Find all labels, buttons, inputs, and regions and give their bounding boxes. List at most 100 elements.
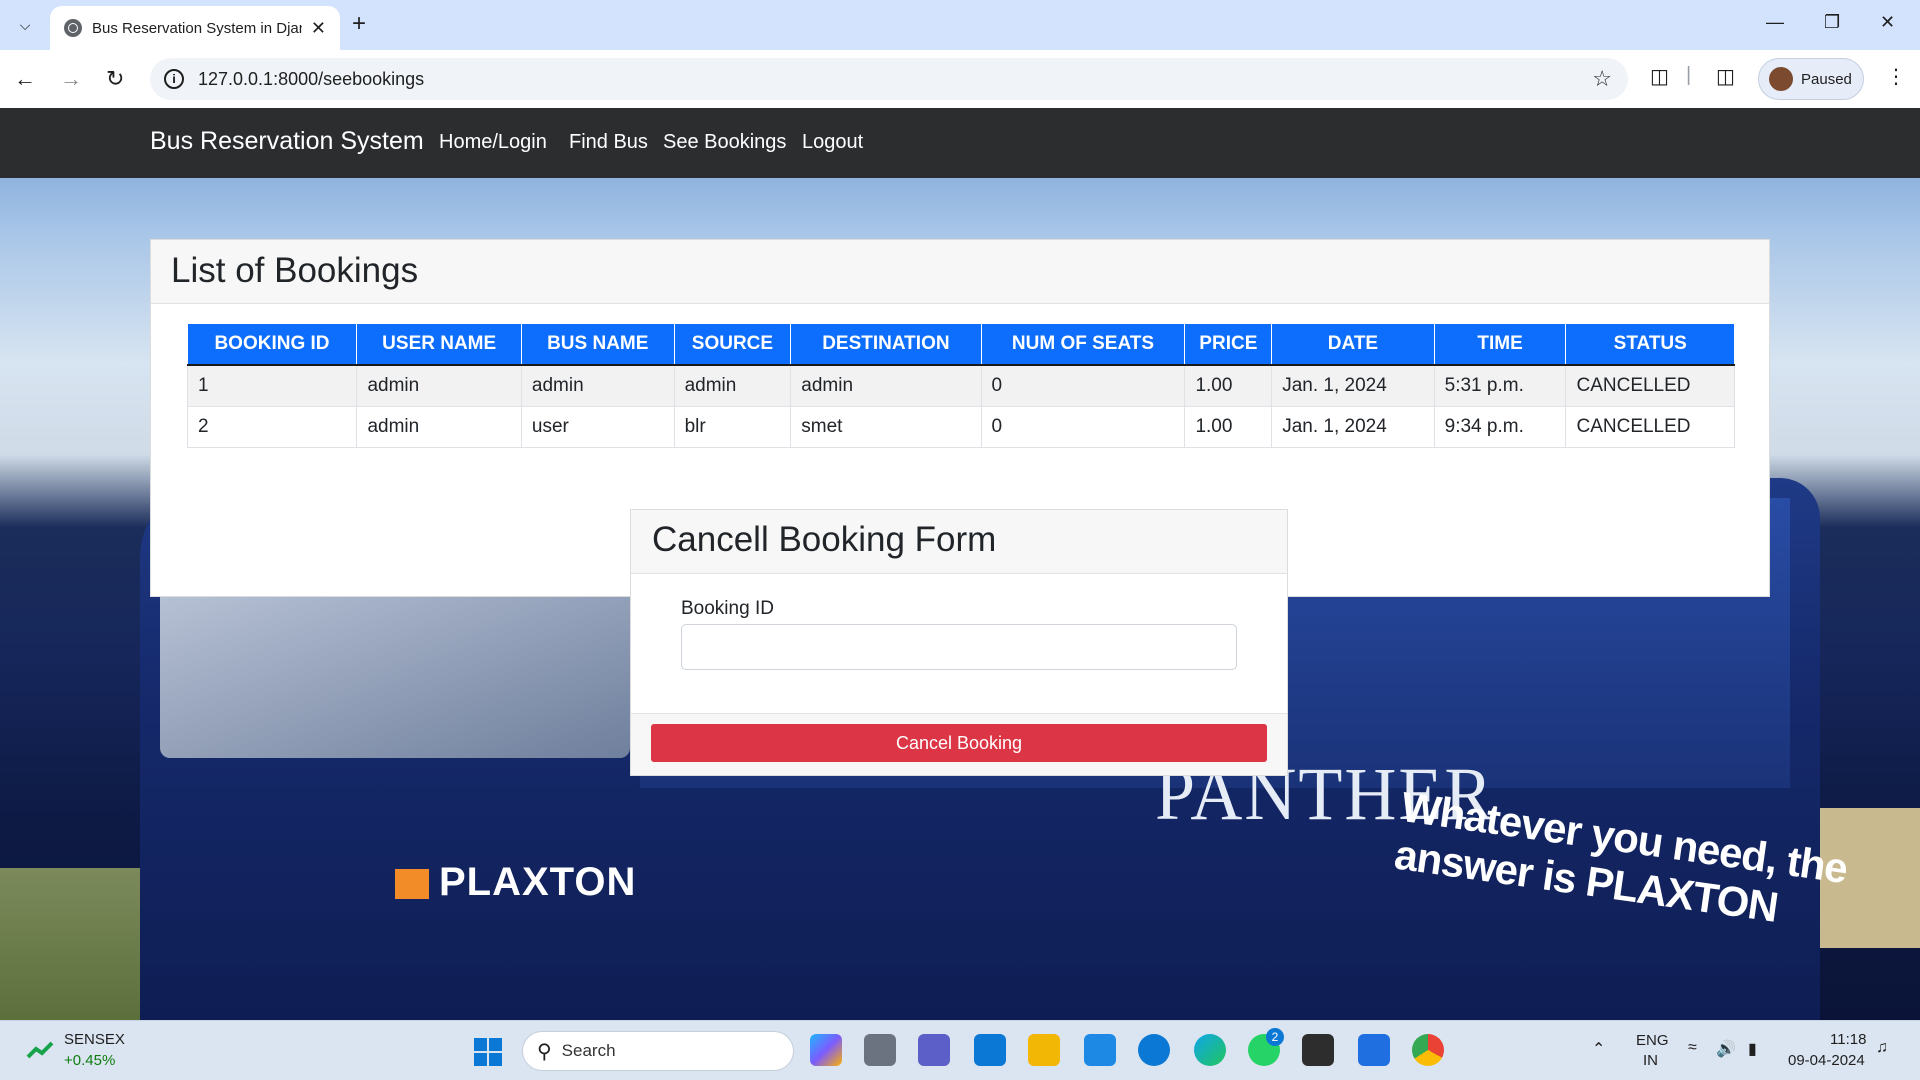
star-icon[interactable]: ☆ bbox=[1592, 66, 1612, 92]
reload-icon[interactable]: ↻ bbox=[106, 64, 124, 94]
address-bar[interactable]: i 127.0.0.1:8000/seebookings ☆ bbox=[150, 58, 1628, 100]
column-header: SOURCE bbox=[674, 324, 792, 366]
file-explorer-icon[interactable] bbox=[1028, 1034, 1060, 1066]
ticker-name[interactable]: SENSEX bbox=[64, 1031, 125, 1048]
table-cell: admin bbox=[356, 406, 522, 448]
table-header-row: BOOKING ID USER NAME BUS NAME SOURCE DES… bbox=[187, 324, 1735, 366]
column-header: BUS NAME bbox=[521, 324, 675, 366]
table-cell: user bbox=[520, 406, 675, 448]
arrow-right-icon[interactable]: → bbox=[60, 64, 82, 94]
cancel-form-footer: Cancel Booking bbox=[631, 713, 1287, 775]
table-cell: Jan. 1, 2024 bbox=[1271, 364, 1435, 407]
avatar bbox=[1769, 67, 1793, 91]
table-cell: Jan. 1, 2024 bbox=[1271, 406, 1435, 448]
window-close-icon[interactable]: ✕ bbox=[1880, 12, 1895, 33]
background-brand-logo: PLAXTON bbox=[395, 860, 636, 905]
clock-date[interactable]: 09-04-2024 bbox=[1788, 1052, 1865, 1069]
taskbar-search[interactable]: ⚲ Search bbox=[522, 1031, 794, 1071]
column-header: DATE bbox=[1271, 324, 1435, 366]
region-indicator[interactable]: IN bbox=[1643, 1052, 1658, 1069]
notification-badge: 2 bbox=[1266, 1028, 1284, 1046]
table-cell: admin bbox=[673, 364, 792, 407]
terminal-icon[interactable] bbox=[1302, 1034, 1334, 1066]
column-header: DESTINATION bbox=[790, 324, 982, 366]
puzzle-icon[interactable]: ◫ bbox=[1650, 64, 1669, 89]
nav-link-see-bookings[interactable]: See Bookings bbox=[663, 131, 786, 154]
table-cell: 9:34 p.m. bbox=[1433, 406, 1567, 448]
browser-tab[interactable]: Bus Reservation System in Djan ✕ bbox=[50, 6, 340, 50]
table-cell: 5:31 p.m. bbox=[1433, 364, 1567, 407]
profile-button[interactable]: Paused bbox=[1758, 58, 1864, 100]
toolbar-divider: | bbox=[1686, 64, 1692, 86]
help-icon[interactable] bbox=[1138, 1034, 1170, 1066]
plus-icon[interactable]: + bbox=[352, 12, 366, 36]
close-icon[interactable]: ✕ bbox=[311, 18, 326, 39]
booking-id-input[interactable] bbox=[681, 624, 1237, 670]
chrome-icon[interactable] bbox=[1412, 1034, 1444, 1066]
volume-icon[interactable]: 🔊 bbox=[1716, 1039, 1736, 1059]
nav-link-find-bus[interactable]: Find Bus bbox=[569, 131, 648, 154]
windows-taskbar: SENSEX +0.45% ⚲ Search 2 ⌃ ENG IN ≈ 🔊 ▮ … bbox=[0, 1020, 1920, 1080]
windows-start-icon[interactable] bbox=[474, 1038, 502, 1066]
table-cell: blr bbox=[673, 406, 792, 448]
cancel-booking-card: Cancell Booking Form Booking ID Cancel B… bbox=[630, 509, 1288, 776]
bookings-table: BOOKING ID USER NAME BUS NAME SOURCE DES… bbox=[186, 324, 1735, 448]
edge-icon[interactable] bbox=[1194, 1034, 1226, 1066]
column-header: TIME bbox=[1434, 324, 1567, 366]
table-cell: 1.00 bbox=[1184, 364, 1273, 407]
side-panel-icon[interactable]: ◫ bbox=[1716, 64, 1735, 89]
nav-link-home-login[interactable]: Home/Login bbox=[439, 131, 547, 154]
info-icon[interactable]: i bbox=[164, 69, 184, 89]
browser-toolbar: ← → ↻ i 127.0.0.1:8000/seebookings ☆ ◫ |… bbox=[0, 50, 1920, 108]
table-cell: 2 bbox=[186, 406, 358, 448]
language-indicator[interactable]: ENG bbox=[1636, 1032, 1669, 1049]
cancel-form-header: Cancell Booking Form bbox=[631, 510, 1287, 574]
table-cell: CANCELLED bbox=[1565, 406, 1735, 448]
table-cell: 1.00 bbox=[1184, 406, 1273, 448]
bookings-title: List of Bookings bbox=[171, 251, 419, 290]
table-row: 1 admin admin admin admin 0 1.00 Jan. 1,… bbox=[186, 364, 1735, 407]
web-page: PLAXTON PANTHER Whatever you need, the a… bbox=[0, 108, 1920, 1020]
notification-bell-icon[interactable]: ♫ bbox=[1876, 1039, 1888, 1057]
nav-link-logout[interactable]: Logout bbox=[802, 131, 863, 154]
task-view-icon[interactable] bbox=[864, 1034, 896, 1066]
vscode-icon[interactable] bbox=[1358, 1034, 1390, 1066]
arrow-left-icon[interactable]: ← bbox=[14, 64, 36, 94]
chevron-down-icon[interactable]: ⌵ bbox=[10, 10, 40, 40]
table-cell: 0 bbox=[980, 364, 1186, 407]
table-cell: 0 bbox=[980, 406, 1186, 448]
booking-id-label: Booking ID bbox=[681, 598, 774, 619]
clock-time[interactable]: 11:18 bbox=[1830, 1031, 1866, 1048]
column-header: PRICE bbox=[1184, 324, 1273, 366]
table-cell: CANCELLED bbox=[1565, 364, 1735, 407]
cancel-booking-button[interactable]: Cancel Booking bbox=[651, 724, 1267, 762]
table-cell: admin bbox=[790, 364, 982, 407]
myhp-icon[interactable] bbox=[1084, 1034, 1116, 1066]
url-text[interactable]: 127.0.0.1:8000/seebookings bbox=[198, 69, 424, 90]
table-cell: smet bbox=[790, 406, 982, 448]
chevron-up-icon[interactable]: ⌃ bbox=[1592, 1039, 1605, 1059]
search-icon: ⚲ bbox=[537, 1040, 552, 1063]
kebab-menu-icon[interactable]: ⋮ bbox=[1886, 64, 1906, 89]
copilot-icon[interactable] bbox=[810, 1034, 842, 1066]
site-brand[interactable]: Bus Reservation System bbox=[150, 127, 424, 156]
battery-icon[interactable]: ▮ bbox=[1748, 1039, 1757, 1059]
site-navbar: Bus Reservation System Home/Login Find B… bbox=[0, 108, 1920, 178]
column-header: BOOKING ID bbox=[187, 324, 358, 366]
wifi-icon[interactable]: ≈ bbox=[1688, 1039, 1697, 1057]
table-cell: 1 bbox=[186, 364, 358, 407]
table-row: 2 admin user blr smet 0 1.00 Jan. 1, 202… bbox=[186, 406, 1735, 448]
store-icon[interactable] bbox=[974, 1034, 1006, 1066]
stock-trend-icon bbox=[26, 1041, 54, 1059]
minimize-icon[interactable]: — bbox=[1766, 12, 1784, 33]
bookings-card-header: List of Bookings bbox=[151, 240, 1769, 304]
tab-title: Bus Reservation System in Djan bbox=[92, 19, 302, 37]
restore-icon[interactable]: ❐ bbox=[1824, 12, 1840, 33]
table-cell: admin bbox=[356, 364, 522, 407]
teams-icon[interactable] bbox=[918, 1034, 950, 1066]
browser-tab-bar: ⌵ Bus Reservation System in Djan ✕ + — ❐… bbox=[0, 0, 1920, 50]
ticker-change[interactable]: +0.45% bbox=[64, 1052, 115, 1069]
globe-icon bbox=[64, 19, 82, 37]
column-header: NUM OF SEATS bbox=[981, 324, 1186, 366]
profile-status: Paused bbox=[1801, 70, 1852, 88]
